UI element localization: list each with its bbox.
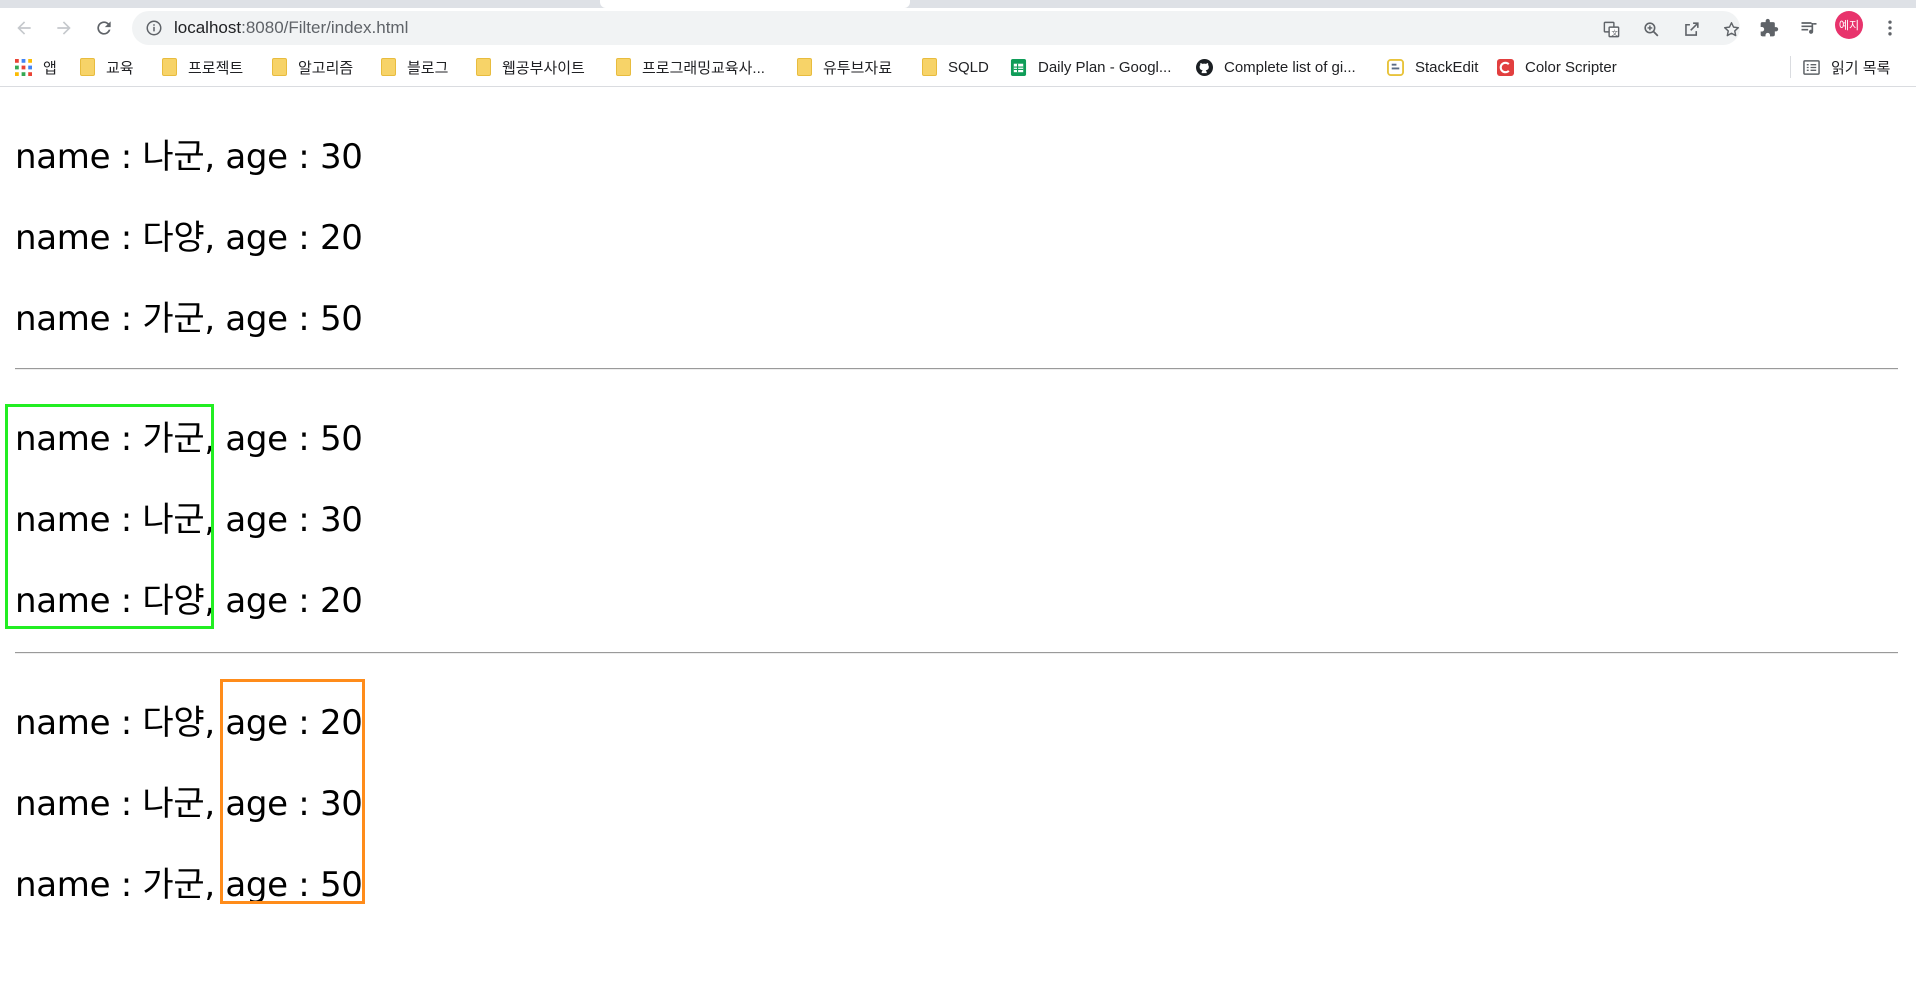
bookmarks-bar: 앱 교육 프로젝트 알고리즘 블로그 웹공부사이트 프로그래밍교육사... 유투… (0, 48, 1916, 86)
arrow-right-icon (57, 21, 71, 35)
bookmark-label: 유투브자료 (823, 59, 893, 77)
reading-list-label: 읽기 목록 (1831, 59, 1891, 77)
list-item: name : 다양, age : 20 (15, 218, 363, 258)
bookmark-label: 웹공부사이트 (502, 59, 585, 77)
arrow-left-icon (17, 21, 31, 35)
color-scripter-icon (1497, 58, 1514, 76)
browser-menu-button[interactable] (1876, 14, 1904, 42)
bookmark-label: 알고리즘 (298, 59, 354, 77)
page-content: name : 나군, age : 30 name : 다양, age : 20 … (0, 87, 1916, 987)
playlist-music-icon (1801, 22, 1817, 34)
profile-avatar[interactable]: 예지 (1835, 11, 1863, 39)
bookmark-folder-sqld[interactable]: SQLD (922, 48, 989, 86)
age-highlight-box (220, 679, 365, 904)
puzzle-icon (1760, 18, 1779, 37)
forward-button[interactable] (48, 12, 80, 44)
github-icon (1196, 58, 1213, 76)
folder-icon (616, 58, 631, 76)
bookmark-label: 프로그래밍교육사... (642, 59, 765, 77)
translate-button[interactable]: 文 (1598, 16, 1624, 42)
svg-text:文: 文 (1611, 28, 1618, 37)
bookmark-label: 프로젝트 (188, 59, 244, 77)
url-host: localhost (174, 18, 242, 37)
bookmark-label: SQLD (948, 58, 989, 76)
bookmark-stackedit[interactable]: StackEdit (1387, 48, 1478, 86)
folder-icon (922, 58, 937, 76)
bookmark-apps[interactable]: 앱 (15, 48, 57, 86)
folder-icon (797, 58, 812, 76)
folder-icon (80, 58, 95, 76)
folder-icon (476, 58, 491, 76)
stackedit-icon (1387, 58, 1404, 76)
url-text[interactable]: localhost:8080/Filter/index.html (174, 11, 408, 45)
bookmark-folder-algorithm[interactable]: 알고리즘 (272, 48, 353, 86)
reload-button[interactable] (88, 12, 120, 44)
bookmark-folder-project[interactable]: 프로젝트 (162, 48, 243, 86)
zoom-button[interactable] (1638, 16, 1664, 42)
reading-list-button[interactable]: 읽기 목록 (1803, 48, 1890, 86)
list-item: name : 나군, age : 30 (15, 137, 363, 177)
bookmark-github-list[interactable]: Complete list of gi... (1196, 48, 1356, 86)
bookmark-folder-blog[interactable]: 블로그 (381, 48, 448, 86)
avatar-label: 예지 (1838, 19, 1860, 32)
bookmark-label: Complete list of gi... (1224, 58, 1356, 76)
list-item: name : 가군, age : 50 (15, 299, 363, 339)
folder-icon (381, 58, 396, 76)
folder-icon (272, 58, 287, 76)
folder-icon (162, 58, 177, 76)
media-control-button[interactable] (1795, 14, 1823, 42)
bookmark-label: 교육 (106, 59, 134, 77)
horizontal-rule (15, 368, 1898, 370)
bookmark-daily-plan[interactable]: Daily Plan - Googl... (1010, 48, 1171, 86)
url-path: :8080/Filter/index.html (241, 18, 409, 37)
bookmark-label: 블로그 (407, 59, 449, 77)
back-button[interactable] (8, 12, 40, 44)
share-button[interactable] (1678, 16, 1704, 42)
apps-grid-icon (15, 58, 32, 76)
bookmark-label: Daily Plan - Googl... (1038, 58, 1172, 76)
browser-toolbar: localhost:8080/Filter/index.html 文 예지 (0, 8, 1916, 48)
horizontal-rule (15, 652, 1898, 654)
bookmark-folder-web-study[interactable]: 웹공부사이트 (476, 48, 585, 86)
bookmark-label: StackEdit (1415, 58, 1479, 76)
star-icon (1723, 21, 1739, 36)
site-info-icon[interactable] (145, 19, 163, 37)
active-tab[interactable] (600, 0, 910, 8)
bookmark-folder-programming-edu[interactable]: 프로그래밍교육사... (616, 48, 765, 86)
bookmark-star-button[interactable] (1718, 16, 1744, 42)
reading-list-icon (1803, 59, 1820, 75)
translate-icon: 文 (1603, 21, 1619, 37)
bookmark-label: 앱 (43, 59, 57, 77)
bookmark-color-scripter[interactable]: Color Scripter (1497, 48, 1617, 86)
extensions-button[interactable] (1755, 14, 1783, 42)
reload-icon (97, 21, 111, 35)
name-highlight-box (5, 404, 214, 629)
share-icon (1684, 21, 1699, 36)
bookmark-folder-youtube[interactable]: 유투브자료 (797, 48, 892, 86)
zoom-in-icon (1643, 21, 1658, 36)
google-sheets-icon (1010, 58, 1027, 76)
bookmark-folder-education[interactable]: 교육 (80, 48, 134, 86)
more-vert-icon (1888, 20, 1892, 36)
tab-strip (0, 0, 1916, 8)
address-bar[interactable]: localhost:8080/Filter/index.html 文 (132, 11, 1740, 45)
bookmark-label: Color Scripter (1525, 58, 1617, 76)
bookmark-separator (1790, 56, 1791, 78)
